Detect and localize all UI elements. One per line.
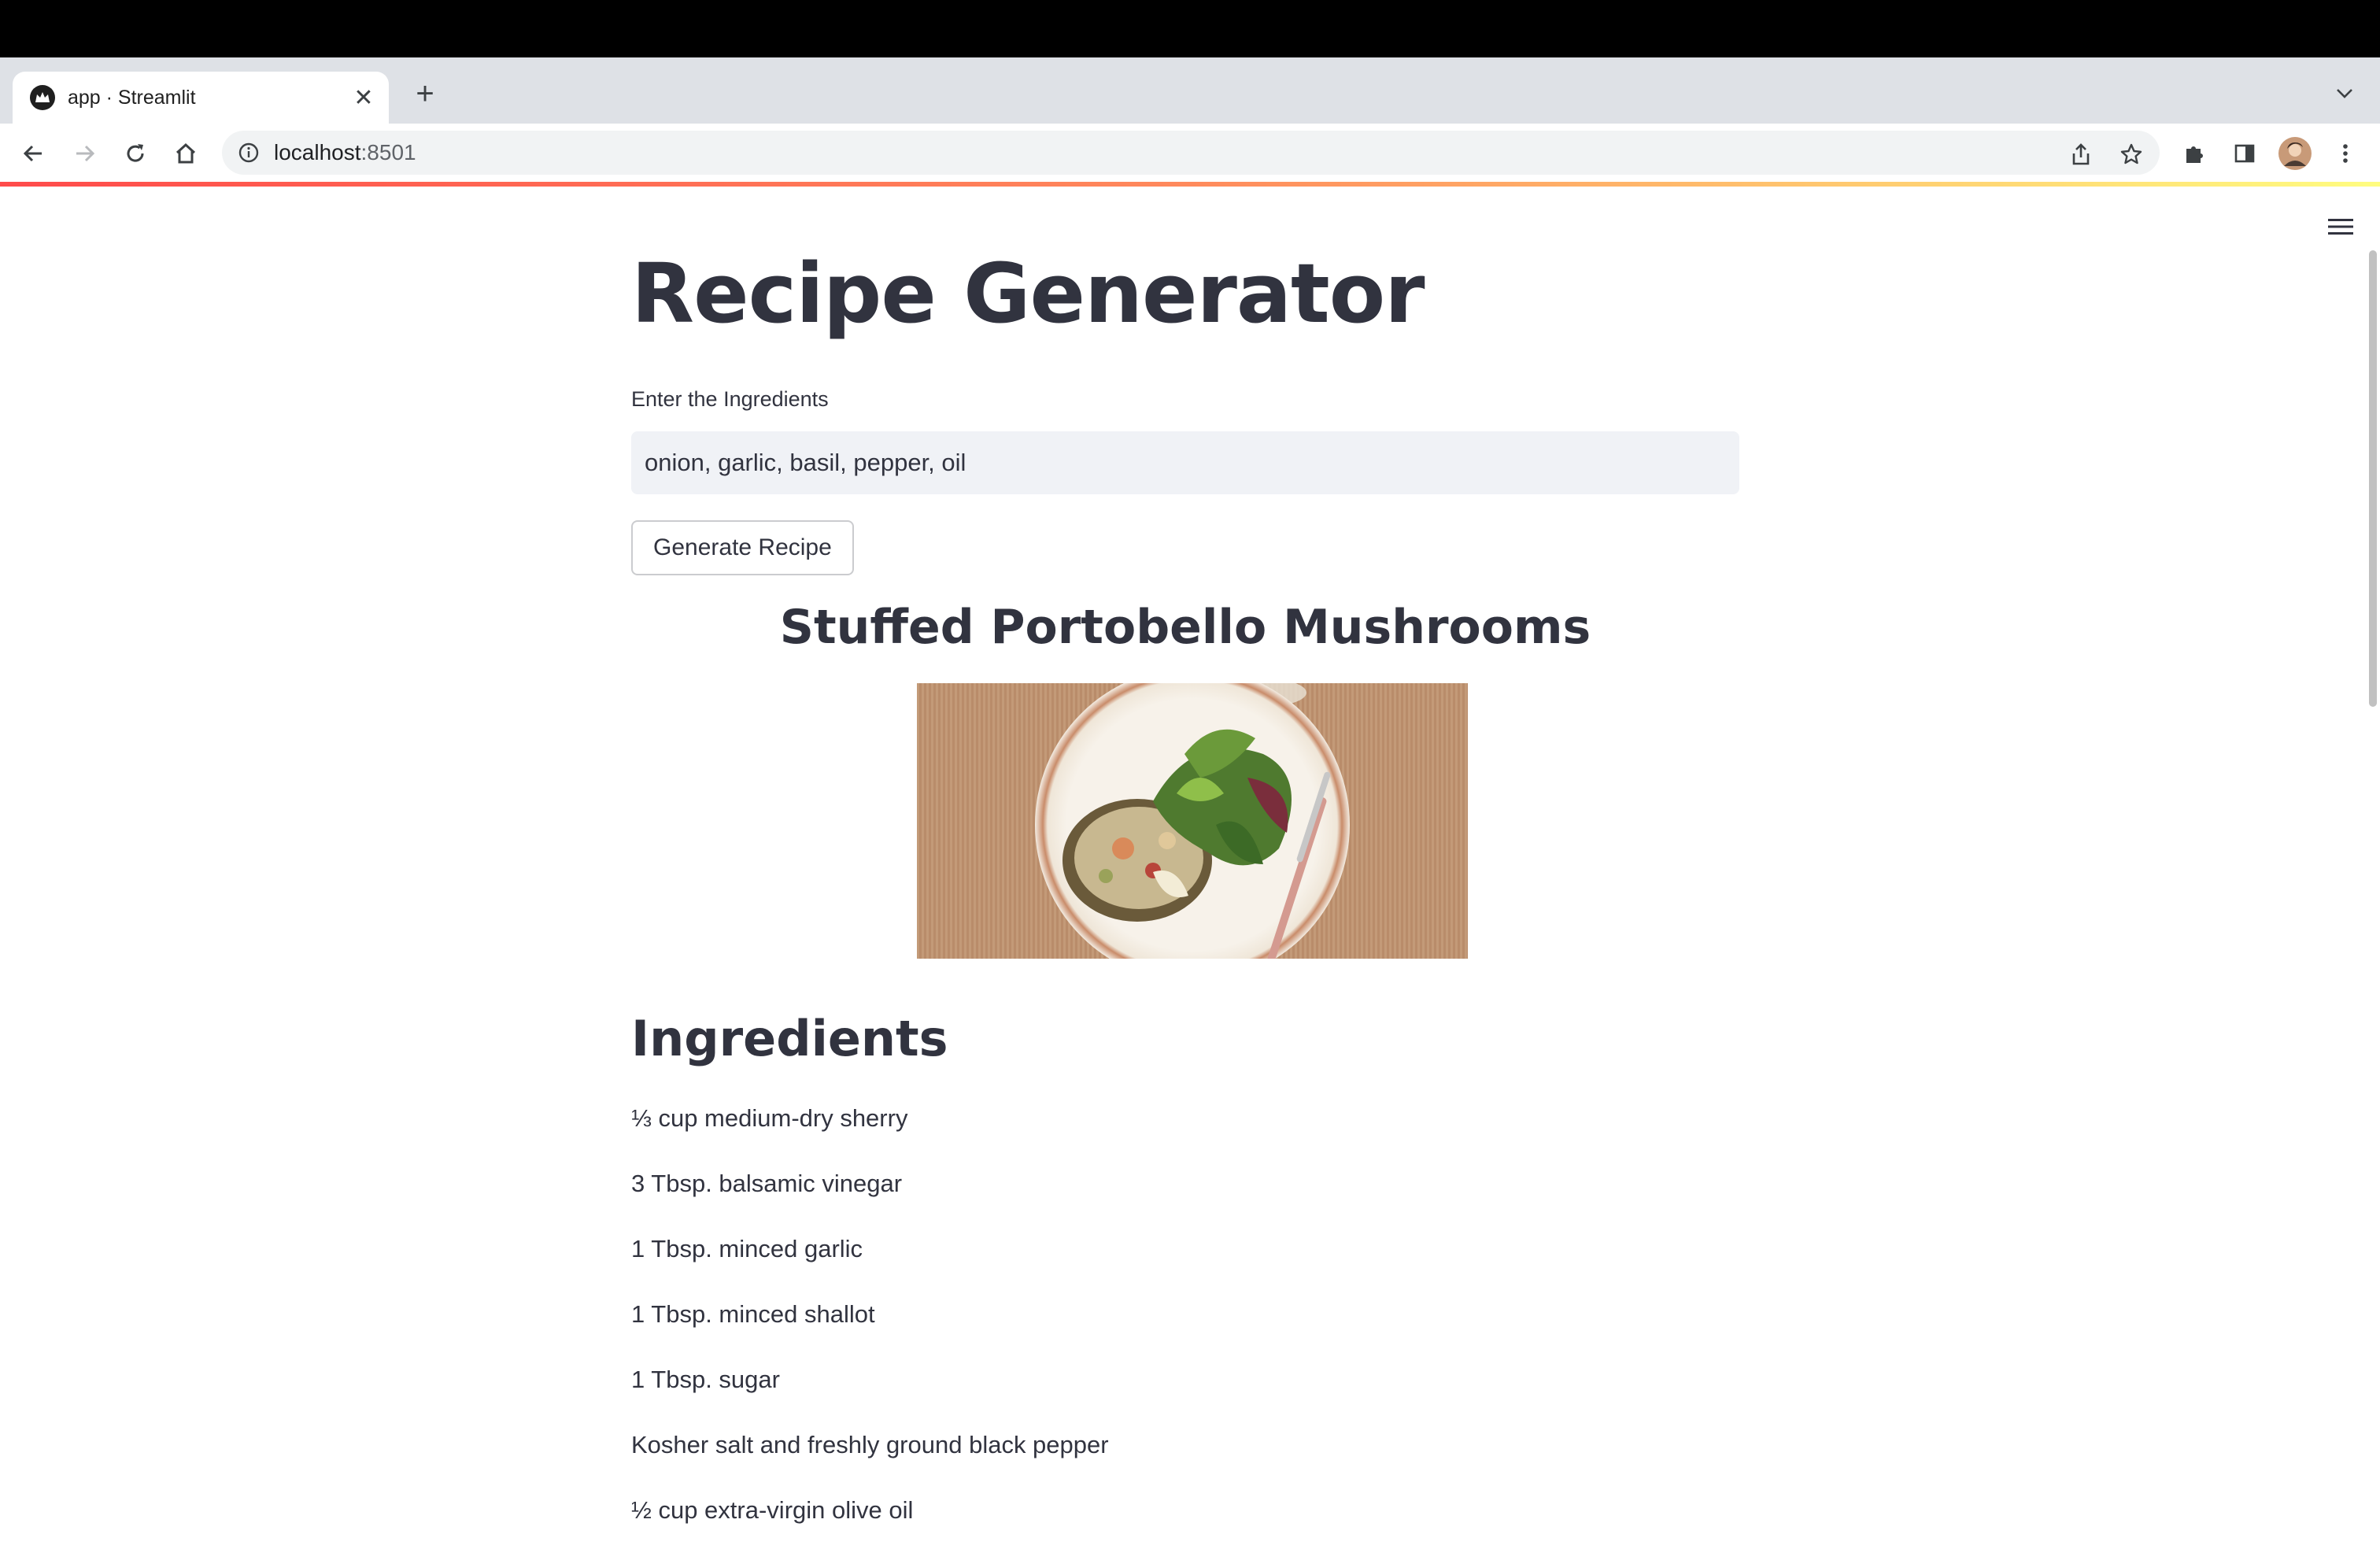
ingredient-item: ⅓ cup medium-dry sherry <box>631 1104 908 1132</box>
page-title: Recipe Generator <box>631 246 1425 342</box>
back-arrow-icon[interactable] <box>16 136 50 171</box>
ingredient-item: 3 Tbsp. balsamic vinegar <box>631 1170 903 1197</box>
recipe-title: Stuffed Portobello Mushrooms <box>779 600 1591 655</box>
browser-tab[interactable]: app · Streamlit ✕ <box>13 72 389 124</box>
profile-avatar[interactable] <box>2278 136 2312 171</box>
ingredients-heading: Ingredients <box>631 1010 948 1067</box>
home-icon[interactable] <box>168 136 203 171</box>
side-panel-icon[interactable] <box>2227 136 2262 171</box>
forward-arrow-icon[interactable] <box>68 136 102 171</box>
ingredient-item: 1 Tbsp. minced garlic <box>631 1235 863 1262</box>
scrollbar-thumb[interactable] <box>2369 250 2377 707</box>
ingredients-list: ⅓ cup medium-dry sherry 3 Tbsp. balsamic… <box>631 1103 1109 1560</box>
generate-recipe-button[interactable]: Generate Recipe <box>631 520 854 575</box>
page-scrollbar[interactable] <box>2366 250 2380 707</box>
browser-toolbar: localhost:8501 <box>0 124 2380 182</box>
recipe-image <box>917 683 1468 959</box>
ingredients-input[interactable] <box>631 431 1739 494</box>
reload-icon[interactable] <box>118 136 153 171</box>
ingredient-item: 1 Tbsp. sugar <box>631 1366 780 1393</box>
browser-menu-kebab-icon[interactable] <box>2328 136 2363 171</box>
browser-tab-strip: app · Streamlit ✕ <box>0 57 2380 124</box>
tab-title: app · Streamlit <box>68 87 196 109</box>
ingredient-item: ½ cup extra-virgin olive oil <box>631 1496 914 1524</box>
tab-search-chevron-icon[interactable] <box>2328 77 2361 110</box>
bookmark-star-icon[interactable] <box>2117 140 2145 168</box>
tab-close-icon[interactable]: ✕ <box>348 82 379 113</box>
ingredient-item: 1 Tbsp. minced shallot <box>631 1300 875 1328</box>
app-hamburger-menu-icon[interactable] <box>2323 209 2358 244</box>
streamlit-header-decoration <box>0 182 2380 187</box>
url-text: localhost:8501 <box>274 140 416 165</box>
url-port: :8501 <box>360 140 416 165</box>
new-tab-plus-icon[interactable]: + <box>406 75 444 113</box>
share-icon[interactable] <box>2067 140 2095 168</box>
streamlit-crown-icon <box>30 85 55 110</box>
extensions-puzzle-icon[interactable] <box>2177 136 2212 171</box>
ingredients-input-label: Enter the Ingredients <box>631 387 829 411</box>
site-info-icon[interactable] <box>236 140 261 165</box>
ingredient-item: Kosher salt and freshly ground black pep… <box>631 1431 1109 1458</box>
url-host: localhost <box>274 140 361 165</box>
address-bar[interactable]: localhost:8501 <box>222 131 2160 175</box>
os-menu-bar <box>0 0 2380 57</box>
